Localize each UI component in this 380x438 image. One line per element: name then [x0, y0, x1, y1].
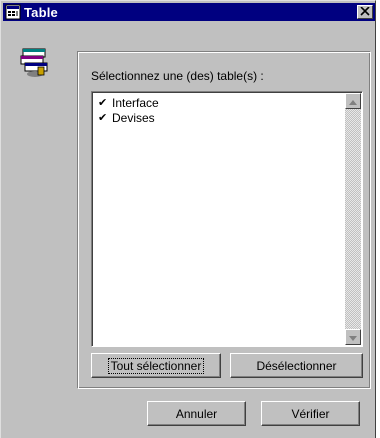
checkmark-icon: ✔: [98, 112, 108, 124]
select-all-label: Tout sélectionner: [107, 357, 205, 374]
deselect-label: Désélectionner: [256, 358, 337, 373]
database-table-icon: [18, 45, 50, 79]
list-item[interactable]: ✔ Devises: [98, 111, 155, 125]
scroll-down-button[interactable]: [345, 329, 361, 345]
list-item-label: Devises: [112, 111, 155, 125]
checkmark-icon: ✔: [98, 97, 108, 109]
select-all-button[interactable]: Tout sélectionner: [91, 353, 221, 378]
table-window-icon: [5, 4, 21, 20]
deselect-button[interactable]: Désélectionner: [230, 353, 363, 378]
verify-button[interactable]: Vérifier: [261, 401, 360, 426]
vertical-scrollbar[interactable]: [345, 93, 361, 345]
verify-label: Vérifier: [291, 406, 330, 421]
table-selection-label: Sélectionnez une (des) table(s) :: [91, 69, 264, 83]
title-bar[interactable]: Table: [3, 3, 375, 21]
close-icon: [360, 5, 370, 19]
window-title: Table: [24, 4, 58, 20]
close-button[interactable]: [357, 5, 373, 19]
cancel-label: Annuler: [175, 406, 218, 421]
cancel-button[interactable]: Annuler: [147, 401, 246, 426]
arrow-down-icon: [349, 330, 357, 344]
table-list[interactable]: ✔ Interface ✔ Devises: [91, 91, 363, 347]
list-item-label: Interface: [112, 96, 159, 110]
scroll-up-button[interactable]: [345, 93, 361, 109]
list-item[interactable]: ✔ Interface: [98, 96, 159, 110]
table-dialog: Table Sélectionnez une (des) table(s) : …: [0, 0, 376, 438]
arrow-up-icon: [349, 94, 357, 108]
